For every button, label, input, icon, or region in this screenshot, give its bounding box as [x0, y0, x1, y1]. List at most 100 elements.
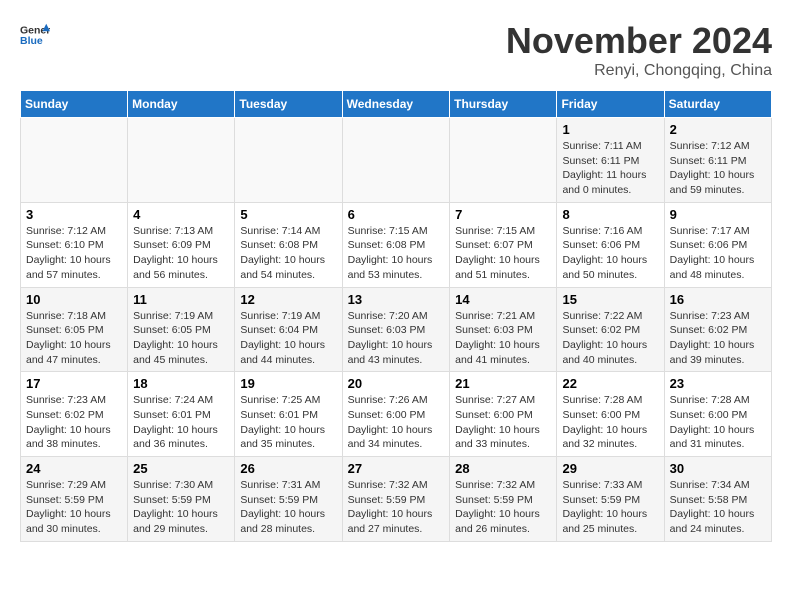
day-number: 4: [133, 207, 229, 222]
day-info: Sunrise: 7:11 AM Sunset: 6:11 PM Dayligh…: [562, 139, 658, 198]
header-wednesday: Wednesday: [342, 91, 450, 118]
day-number: 7: [455, 207, 551, 222]
calendar-week-row: 24 Sunrise: 7:29 AM Sunset: 5:59 PM Dayli…: [21, 457, 772, 542]
calendar-cell: 13 Sunrise: 7:20 AM Sunset: 6:03 PM Dayli…: [342, 287, 450, 372]
day-number: 15: [562, 292, 658, 307]
header-friday: Friday: [557, 91, 664, 118]
day-info: Sunrise: 7:18 AM Sunset: 6:05 PM Dayligh…: [26, 309, 122, 368]
calendar-cell: 18Sunrise: 7:24 AM Sunset: 6:01 PM Dayli…: [128, 372, 235, 457]
day-number: 11: [133, 292, 229, 307]
calendar-cell: 12 Sunrise: 7:19 AM Sunset: 6:04 PM Dayli…: [235, 287, 342, 372]
day-number: 14: [455, 292, 551, 307]
day-number: 8: [562, 207, 658, 222]
day-number: 23: [670, 376, 766, 391]
day-number: 10: [26, 292, 122, 307]
day-info: Sunrise: 7:12 AM Sunset: 6:10 PM Dayligh…: [26, 224, 122, 283]
day-info: Sunrise: 7:12 AM Sunset: 6:11 PM Dayligh…: [670, 139, 766, 198]
calendar-cell: 10 Sunrise: 7:18 AM Sunset: 6:05 PM Dayli…: [21, 287, 128, 372]
day-info: Sunrise: 7:33 AM Sunset: 5:59 PM Dayligh…: [562, 478, 658, 537]
day-number: 1: [562, 122, 658, 137]
day-info: Sunrise: 7:23 AM Sunset: 6:02 PM Dayligh…: [670, 309, 766, 368]
calendar-week-row: 1 Sunrise: 7:11 AM Sunset: 6:11 PM Daylig…: [21, 118, 772, 203]
day-number: 16: [670, 292, 766, 307]
day-info: Sunrise: 7:29 AM Sunset: 5:59 PM Dayligh…: [26, 478, 122, 537]
day-number: 17: [26, 376, 122, 391]
calendar-cell: [450, 118, 557, 203]
day-info: Sunrise: 7:23 AM Sunset: 6:02 PM Dayligh…: [26, 393, 122, 452]
day-info: Sunrise: 7:20 AM Sunset: 6:03 PM Dayligh…: [348, 309, 445, 368]
day-info: Sunrise: 7:15 AM Sunset: 6:07 PM Dayligh…: [455, 224, 551, 283]
day-info: Sunrise: 7:27 AM Sunset: 6:00 PM Dayligh…: [455, 393, 551, 452]
day-number: 19: [240, 376, 336, 391]
calendar-cell: [21, 118, 128, 203]
calendar-week-row: 3 Sunrise: 7:12 AM Sunset: 6:10 PM Daylig…: [21, 202, 772, 287]
day-number: 2: [670, 122, 766, 137]
calendar-cell: 15 Sunrise: 7:22 AM Sunset: 6:02 PM Dayli…: [557, 287, 664, 372]
calendar-cell: 14Sunrise: 7:21 AM Sunset: 6:03 PM Dayli…: [450, 287, 557, 372]
day-number: 29: [562, 461, 658, 476]
day-info: Sunrise: 7:14 AM Sunset: 6:08 PM Dayligh…: [240, 224, 336, 283]
day-info: Sunrise: 7:34 AM Sunset: 5:58 PM Dayligh…: [670, 478, 766, 537]
page-header: General Blue November 2024 Renyi, Chongq…: [20, 20, 772, 80]
day-number: 24: [26, 461, 122, 476]
day-number: 5: [240, 207, 336, 222]
calendar-cell: 20 Sunrise: 7:26 AM Sunset: 6:00 PM Dayli…: [342, 372, 450, 457]
title-block: November 2024 Renyi, Chongqing, China: [506, 20, 772, 80]
calendar-cell: 22 Sunrise: 7:28 AM Sunset: 6:00 PM Dayli…: [557, 372, 664, 457]
day-number: 12: [240, 292, 336, 307]
day-number: 26: [240, 461, 336, 476]
header-tuesday: Tuesday: [235, 91, 342, 118]
day-number: 22: [562, 376, 658, 391]
day-info: Sunrise: 7:32 AM Sunset: 5:59 PM Dayligh…: [348, 478, 445, 537]
calendar-cell: 24 Sunrise: 7:29 AM Sunset: 5:59 PM Dayli…: [21, 457, 128, 542]
logo: General Blue: [20, 20, 50, 50]
calendar-cell: 21Sunrise: 7:27 AM Sunset: 6:00 PM Dayli…: [450, 372, 557, 457]
calendar-cell: 26 Sunrise: 7:31 AM Sunset: 5:59 PM Dayli…: [235, 457, 342, 542]
day-number: 30: [670, 461, 766, 476]
calendar-cell: 4 Sunrise: 7:13 AM Sunset: 6:09 PM Daylig…: [128, 202, 235, 287]
calendar-cell: [342, 118, 450, 203]
calendar-cell: 8 Sunrise: 7:16 AM Sunset: 6:06 PM Daylig…: [557, 202, 664, 287]
day-info: Sunrise: 7:28 AM Sunset: 6:00 PM Dayligh…: [562, 393, 658, 452]
svg-text:Blue: Blue: [20, 35, 43, 47]
calendar-header-row: Sunday Monday Tuesday Wednesday Thursday…: [21, 91, 772, 118]
calendar-cell: 6 Sunrise: 7:15 AM Sunset: 6:08 PM Daylig…: [342, 202, 450, 287]
header-sunday: Sunday: [21, 91, 128, 118]
day-info: Sunrise: 7:16 AM Sunset: 6:06 PM Dayligh…: [562, 224, 658, 283]
header-thursday: Thursday: [450, 91, 557, 118]
header-monday: Monday: [128, 91, 235, 118]
calendar-week-row: 10 Sunrise: 7:18 AM Sunset: 6:05 PM Dayli…: [21, 287, 772, 372]
calendar-cell: [235, 118, 342, 203]
calendar-cell: 29 Sunrise: 7:33 AM Sunset: 5:59 PM Dayli…: [557, 457, 664, 542]
calendar-cell: 3 Sunrise: 7:12 AM Sunset: 6:10 PM Daylig…: [21, 202, 128, 287]
day-number: 6: [348, 207, 445, 222]
day-info: Sunrise: 7:32 AM Sunset: 5:59 PM Dayligh…: [455, 478, 551, 537]
header-saturday: Saturday: [664, 91, 771, 118]
day-number: 20: [348, 376, 445, 391]
calendar-cell: 25 Sunrise: 7:30 AM Sunset: 5:59 PM Dayli…: [128, 457, 235, 542]
calendar-cell: 28 Sunrise: 7:32 AM Sunset: 5:59 PM Dayli…: [450, 457, 557, 542]
calendar-cell: 5 Sunrise: 7:14 AM Sunset: 6:08 PM Daylig…: [235, 202, 342, 287]
day-number: 27: [348, 461, 445, 476]
location-subtitle: Renyi, Chongqing, China: [506, 62, 772, 80]
day-info: Sunrise: 7:31 AM Sunset: 5:59 PM Dayligh…: [240, 478, 336, 537]
day-info: Sunrise: 7:19 AM Sunset: 6:04 PM Dayligh…: [240, 309, 336, 368]
day-info: Sunrise: 7:28 AM Sunset: 6:00 PM Dayligh…: [670, 393, 766, 452]
day-number: 18: [133, 376, 229, 391]
calendar-cell: 17 Sunrise: 7:23 AM Sunset: 6:02 PM Dayli…: [21, 372, 128, 457]
calendar-cell: 19Sunrise: 7:25 AM Sunset: 6:01 PM Dayli…: [235, 372, 342, 457]
day-number: 28: [455, 461, 551, 476]
calendar-cell: 2 Sunrise: 7:12 AM Sunset: 6:11 PM Daylig…: [664, 118, 771, 203]
day-info: Sunrise: 7:22 AM Sunset: 6:02 PM Dayligh…: [562, 309, 658, 368]
day-info: Sunrise: 7:30 AM Sunset: 5:59 PM Dayligh…: [133, 478, 229, 537]
day-info: Sunrise: 7:26 AM Sunset: 6:00 PM Dayligh…: [348, 393, 445, 452]
day-info: Sunrise: 7:13 AM Sunset: 6:09 PM Dayligh…: [133, 224, 229, 283]
day-info: Sunrise: 7:15 AM Sunset: 6:08 PM Dayligh…: [348, 224, 445, 283]
day-number: 25: [133, 461, 229, 476]
month-year-title: November 2024: [506, 20, 772, 62]
day-number: 3: [26, 207, 122, 222]
day-info: Sunrise: 7:19 AM Sunset: 6:05 PM Dayligh…: [133, 309, 229, 368]
day-number: 9: [670, 207, 766, 222]
day-number: 13: [348, 292, 445, 307]
calendar-table: Sunday Monday Tuesday Wednesday Thursday…: [20, 90, 772, 542]
